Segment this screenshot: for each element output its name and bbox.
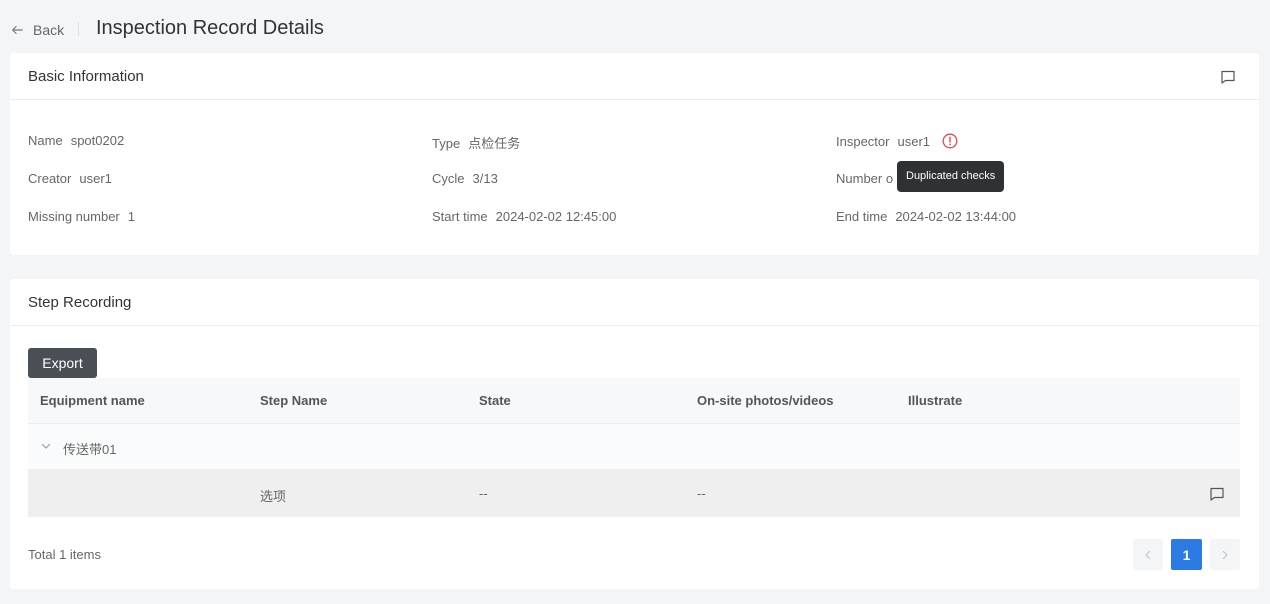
step-recording-title: Step Recording [28,294,132,311]
inspection-record-details-page: Back Inspection Record Details Basic Inf… [0,0,1270,604]
basic-information-header: Basic Information [10,53,1259,100]
comment-icon[interactable] [1207,484,1227,504]
column-step-name: Step Name [260,393,328,408]
name-field: Name spot0202 [28,133,124,148]
missing-number-field: Missing number 1 [28,209,135,224]
steps-table: Equipment name Step Name State On-site p… [28,378,1240,517]
inspector-field: Inspector user1 [836,133,958,149]
end-time-label: End time [836,209,888,224]
back-label: Back [33,22,65,38]
table-row: 选项 -- -- [28,470,1240,517]
column-state: State [479,393,511,408]
warning-circle-icon[interactable] [942,133,958,149]
duplicated-checks-tooltip: Duplicated checks [897,161,1005,192]
basic-information-title: Basic Information [28,68,144,85]
chevron-right-icon [1222,550,1228,559]
number-field: Number o [836,171,893,186]
total-items: Total 1 items [28,547,101,562]
cycle-value: 3/13 [472,171,498,186]
table-group-row: 传送带01 [28,424,1240,470]
step-recording-card: Step Recording Export Equipment name Ste… [10,279,1259,589]
missing-number-value: 1 [127,209,135,224]
name-label: Name [28,133,63,148]
equipment-group-label: 传送带01 [63,442,117,457]
inspector-value: user1 [897,134,931,149]
arrow-left-icon [12,25,23,35]
name-value: spot0202 [70,133,125,148]
table-header: Equipment name Step Name State On-site p… [28,378,1240,424]
number-label: Number o [836,171,894,186]
step-name-cell: 选项 [260,489,287,504]
header-divider [78,22,79,36]
type-label: Type [432,136,461,151]
start-time-value: 2024-02-02 12:45:00 [495,209,617,224]
chevron-left-icon [1145,550,1151,559]
export-button[interactable]: Export [28,348,97,378]
comment-icon[interactable] [1218,67,1238,87]
top-bar: Back Inspection Record Details [0,0,1270,54]
type-field: Type 点检任务 [432,133,520,152]
start-time-field: Start time 2024-02-02 12:45:00 [432,209,616,224]
next-page-button[interactable] [1210,539,1240,570]
basic-information-card: Basic Information Name spot0202 Type 点检任务 … [10,53,1259,255]
state-cell: -- [479,486,488,501]
end-time-field: End time 2024-02-02 13:44:00 [836,209,1016,224]
type-value: 点检任务 [468,136,521,151]
creator-value: user1 [79,171,112,186]
creator-field: Creator user1 [28,171,112,186]
column-onsite-media: On-site photos/videos [697,393,834,408]
chevron-down-icon[interactable] [40,440,52,452]
cycle-label: Cycle [432,171,465,186]
missing-number-label: Missing number [28,209,120,224]
step-recording-header: Step Recording [10,279,1259,326]
back-button[interactable]: Back [10,20,64,40]
start-time-label: Start time [432,209,488,224]
column-illustrate: Illustrate [908,393,963,408]
media-cell: -- [697,486,706,501]
creator-label: Creator [28,171,72,186]
end-time-value: 2024-02-02 13:44:00 [895,209,1017,224]
column-equipment-name: Equipment name [40,393,145,408]
page-number-current[interactable]: 1 [1171,539,1202,570]
cycle-field: Cycle 3/13 [432,171,498,186]
inspector-label: Inspector [836,134,890,149]
page-title: Inspection Record Details [96,17,324,39]
prev-page-button[interactable] [1133,539,1163,570]
